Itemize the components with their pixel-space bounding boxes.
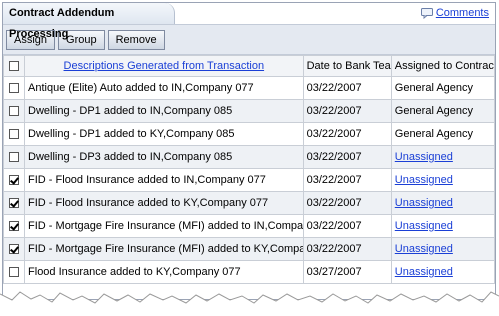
row-select-cell bbox=[3, 214, 26, 238]
row-assigned-cell: General Agency bbox=[390, 76, 495, 100]
row-select-cell bbox=[3, 168, 26, 192]
table-row: Dwelling - DP3 added to IN,Company 085 03… bbox=[3, 145, 495, 169]
table-row: Dwelling - DP1 added to IN,Company 085 03… bbox=[3, 99, 495, 123]
comment-bubble-icon bbox=[420, 7, 433, 19]
unassigned-link[interactable]: Unassigned bbox=[395, 266, 453, 278]
row-date: 03/22/2007 bbox=[302, 122, 392, 146]
row-assigned-cell: Unassigned bbox=[390, 168, 495, 192]
row-checkbox[interactable] bbox=[9, 267, 20, 278]
row-checkbox[interactable] bbox=[9, 244, 20, 255]
contract-addendum-panel: Contract Addendum Processing Comments As… bbox=[2, 2, 496, 300]
row-select-cell bbox=[3, 76, 26, 100]
row-select-cell bbox=[3, 99, 26, 123]
row-select-cell bbox=[3, 237, 26, 261]
row-select-cell bbox=[3, 191, 26, 215]
table-row: Dwelling - DP1 added to KY,Company 085 03… bbox=[3, 122, 495, 146]
row-select-cell bbox=[3, 260, 26, 284]
row-checkbox[interactable] bbox=[9, 221, 20, 232]
row-checkbox[interactable] bbox=[9, 106, 20, 117]
row-date: 03/22/2007 bbox=[302, 237, 392, 261]
row-description: FID - Mortgage Fire Insurance (MFI) adde… bbox=[24, 237, 304, 261]
table-body: Antique (Elite) Auto added to IN,Company… bbox=[3, 76, 495, 284]
select-all-cell bbox=[3, 55, 26, 77]
table-row: Antique (Elite) Auto added to IN,Company… bbox=[3, 76, 495, 100]
row-select-cell bbox=[3, 122, 26, 146]
row-assigned-cell: General Agency bbox=[390, 122, 495, 146]
row-assigned-cell: Unassigned bbox=[390, 260, 495, 284]
table-header-row: Descriptions Generated from Transaction … bbox=[3, 55, 495, 77]
date-column-header: Date to Bank Team bbox=[302, 55, 392, 77]
panel-header: Contract Addendum Processing Comments bbox=[3, 3, 495, 40]
row-assigned-cell: Unassigned bbox=[390, 145, 495, 169]
comments-link[interactable]: Comments bbox=[420, 7, 489, 19]
unassigned-link[interactable]: Unassigned bbox=[395, 220, 453, 232]
row-description: Dwelling - DP3 added to IN,Company 085 bbox=[24, 145, 304, 169]
row-checkbox[interactable] bbox=[9, 129, 20, 140]
unassigned-link[interactable]: Unassigned bbox=[395, 243, 453, 255]
remove-button[interactable]: Remove bbox=[107, 29, 165, 50]
table-row: FID - Mortgage Fire Insurance (MFI) adde… bbox=[3, 214, 495, 238]
row-checkbox[interactable] bbox=[9, 152, 20, 163]
row-date: 03/22/2007 bbox=[302, 191, 392, 215]
row-description: Dwelling - DP1 added to KY,Company 085 bbox=[24, 122, 304, 146]
description-column-header[interactable]: Descriptions Generated from Transaction bbox=[24, 55, 304, 77]
assigned-contract: General Agency bbox=[394, 82, 474, 94]
row-select-cell bbox=[3, 145, 26, 169]
row-date: 03/22/2007 bbox=[302, 214, 392, 238]
row-date: 03/22/2007 bbox=[302, 145, 392, 169]
unassigned-link[interactable]: Unassigned bbox=[395, 151, 453, 163]
action-toolbar: Assign Group Remove bbox=[3, 25, 495, 55]
table-row: FID - Flood Insurance added to IN,Compan… bbox=[3, 168, 495, 192]
row-description: FID - Flood Insurance added to IN,Compan… bbox=[24, 168, 304, 192]
row-assigned-cell: Unassigned bbox=[390, 214, 495, 238]
row-description: Antique (Elite) Auto added to IN,Company… bbox=[24, 76, 304, 100]
row-assigned-cell: Unassigned bbox=[390, 237, 495, 261]
row-date: 03/22/2007 bbox=[302, 99, 392, 123]
assigned-contract: General Agency bbox=[394, 105, 474, 117]
row-date: 03/22/2007 bbox=[302, 168, 392, 192]
row-description: FID - Flood Insurance added to KY,Compan… bbox=[24, 191, 304, 215]
row-checkbox[interactable] bbox=[9, 198, 20, 209]
row-assigned-cell: General Agency bbox=[390, 99, 495, 123]
row-date: 03/27/2007 bbox=[302, 260, 392, 284]
row-description: FID - Mortgage Fire Insurance (MFI) adde… bbox=[24, 214, 304, 238]
row-description: Dwelling - DP1 added to IN,Company 085 bbox=[24, 99, 304, 123]
torn-edge bbox=[0, 291, 499, 316]
row-checkbox[interactable] bbox=[9, 83, 20, 94]
assigned-contract: General Agency bbox=[394, 128, 474, 140]
table-row: FID - Mortgage Fire Insurance (MFI) adde… bbox=[3, 237, 495, 261]
unassigned-link[interactable]: Unassigned bbox=[395, 174, 453, 186]
panel-title: Contract Addendum Processing bbox=[3, 3, 175, 40]
comments-label[interactable]: Comments bbox=[436, 7, 489, 19]
table-row: Flood Insurance added to KY,Company 077 0… bbox=[3, 260, 495, 284]
row-checkbox[interactable] bbox=[9, 175, 20, 186]
row-date: 03/22/2007 bbox=[302, 76, 392, 100]
unassigned-link[interactable]: Unassigned bbox=[395, 197, 453, 209]
assigned-column-header: Assigned to Contract bbox=[390, 55, 495, 77]
row-description: Flood Insurance added to KY,Company 077 bbox=[24, 260, 304, 284]
description-sort-link[interactable]: Descriptions Generated from Transaction bbox=[64, 60, 265, 72]
row-assigned-cell: Unassigned bbox=[390, 191, 495, 215]
transactions-table: Descriptions Generated from Transaction … bbox=[3, 55, 495, 284]
table-row: FID - Flood Insurance added to KY,Compan… bbox=[3, 191, 495, 215]
select-all-checkbox[interactable] bbox=[9, 61, 20, 72]
